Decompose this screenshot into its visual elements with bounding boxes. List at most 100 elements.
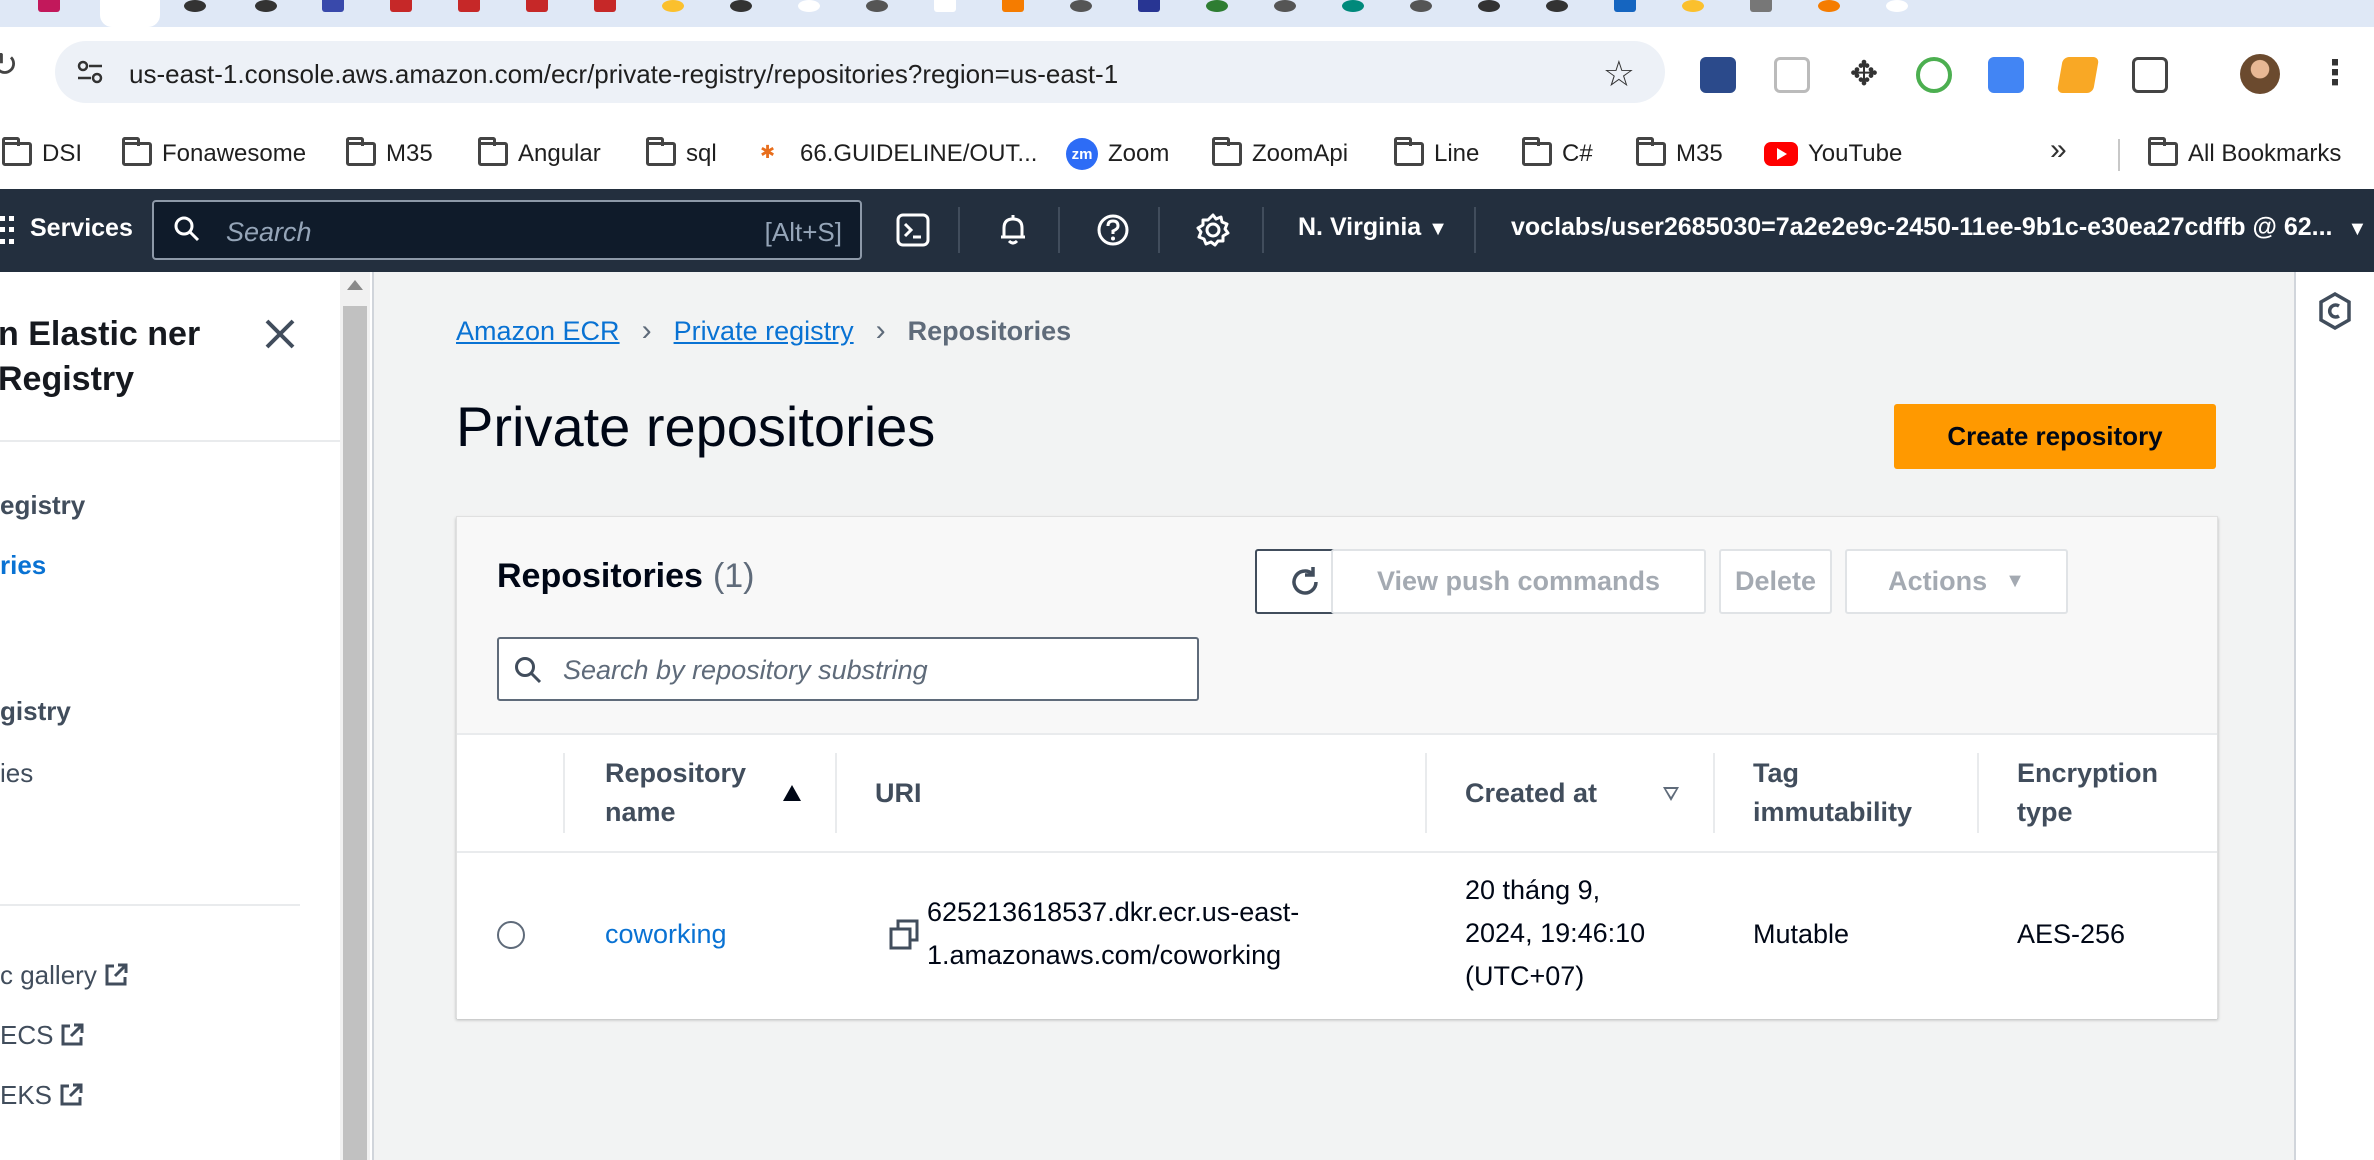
column-header-repository-name[interactable]: Repository name (605, 735, 765, 851)
browser-menu-icon[interactable]: ⋮ (2318, 53, 2352, 93)
tab-favicon[interactable] (38, 0, 60, 12)
tab-favicon[interactable] (1274, 0, 1296, 12)
tab-favicon[interactable] (322, 0, 344, 12)
tab-favicon[interactable] (526, 0, 548, 12)
bookmark-item[interactable]: zm Zoom (1066, 131, 1169, 177)
sort-ascending-icon[interactable] (783, 785, 801, 801)
tab-favicon[interactable] (594, 0, 616, 12)
tab-favicon[interactable] (1546, 0, 1568, 12)
bookmark-star-icon[interactable]: ☆ (1603, 53, 1635, 95)
column-header-encryption-type[interactable]: Encryption type (2017, 735, 2177, 851)
cloudshell-icon[interactable] (890, 207, 936, 253)
tab-favicon[interactable] (1206, 0, 1228, 12)
bookmark-item[interactable]: Fonawesome (122, 131, 306, 177)
tab-favicon[interactable] (1410, 0, 1432, 12)
extension-move-icon[interactable]: ✥ (1846, 57, 1882, 93)
created-at-line: (UTC+07) (1465, 961, 1585, 991)
bookmark-item[interactable]: M35 (346, 131, 433, 177)
nav-item-amazon-ecs[interactable]: ECS (0, 1020, 85, 1051)
tab-favicon[interactable] (458, 0, 480, 12)
tab-favicon[interactable] (390, 0, 412, 12)
table-header-title: Repositories (1) (497, 557, 755, 596)
bookmark-item[interactable]: YouTube (1764, 131, 1902, 177)
scrollbar-thumb[interactable] (343, 306, 367, 1160)
repository-search-input[interactable]: Search by repository substring (497, 637, 1199, 701)
column-header-created-at[interactable]: Created at (1465, 735, 1597, 851)
tab-favicon[interactable] (184, 0, 206, 12)
breadcrumb-amazon-ecr[interactable]: Amazon ECR (456, 316, 620, 347)
repository-name-link[interactable]: coworking (605, 913, 727, 956)
view-push-commands-button[interactable]: View push commands (1331, 549, 1706, 614)
tab-favicon[interactable] (866, 0, 888, 12)
extensions-puzzle-icon[interactable] (2132, 57, 2168, 93)
settings-gear-icon[interactable] (1190, 207, 1236, 253)
tab-favicon[interactable] (255, 0, 277, 12)
profile-avatar[interactable] (2240, 54, 2280, 94)
bookmark-item[interactable]: ZoomApi (1212, 131, 1348, 177)
bookmark-item[interactable]: M35 (1636, 131, 1723, 177)
active-tab[interactable] (100, 0, 160, 27)
extension-calendar-icon[interactable] (1774, 57, 1810, 93)
scroll-up-arrow-icon[interactable] (347, 280, 363, 290)
tab-favicon[interactable] (730, 0, 752, 12)
more-bookmarks-chevron-icon[interactable]: » (2050, 133, 2067, 167)
address-bar[interactable]: us-east-1.console.aws.amazon.com/ecr/pri… (55, 41, 1665, 103)
notifications-bell-icon[interactable] (990, 207, 1036, 253)
tab-favicon[interactable] (1070, 0, 1092, 12)
created-at-value: 20 tháng 9, 2024, 19:46:10 (UTC+07) (1465, 869, 1645, 998)
bookmark-item[interactable]: Line (1394, 131, 1479, 177)
site-settings-icon[interactable] (75, 57, 105, 87)
bookmark-item[interactable]: sql (646, 131, 717, 177)
tab-favicon[interactable] (1478, 0, 1500, 12)
create-repository-button[interactable]: Create repository (1894, 404, 2216, 469)
copy-icon[interactable] (889, 919, 919, 951)
tab-favicon[interactable] (1750, 0, 1772, 12)
url-text[interactable]: us-east-1.console.aws.amazon.com/ecr/pri… (129, 59, 1118, 90)
tab-favicon[interactable] (1002, 0, 1024, 12)
column-header-label: Tag immutability (1753, 758, 1913, 827)
nav-item-repositories[interactable]: ries (0, 550, 46, 581)
tab-favicon[interactable] (1614, 0, 1636, 12)
column-divider (563, 753, 565, 833)
extension-target-icon[interactable] (1916, 57, 1952, 93)
nav-item-public-repositories[interactable]: ies (0, 758, 33, 789)
close-icon[interactable] (262, 316, 298, 352)
tab-favicon[interactable] (934, 0, 956, 12)
bookmark-item[interactable]: C# (1522, 131, 1593, 177)
tab-favicon[interactable] (1886, 0, 1908, 12)
delete-button[interactable]: Delete (1719, 549, 1832, 614)
bookmark-item[interactable]: DSI (2, 131, 82, 177)
account-menu[interactable]: voclabs/user2685030=7a2e2e9c-2450-11ee-9… (1511, 213, 2367, 242)
sort-unsorted-icon[interactable] (1663, 787, 1679, 801)
tab-favicon[interactable] (1342, 0, 1364, 12)
column-header-uri[interactable]: URI (875, 735, 922, 851)
search-icon (515, 657, 542, 684)
extension-marker-icon[interactable] (2056, 57, 2100, 93)
search-placeholder: Search by repository substring (563, 655, 928, 685)
tab-favicon[interactable] (1138, 0, 1160, 12)
all-bookmarks[interactable]: All Bookmarks (2148, 131, 2341, 177)
extension-dict-icon[interactable] (1700, 57, 1736, 93)
aws-search-input[interactable]: Search [Alt+S] (152, 200, 862, 260)
help-icon[interactable] (1090, 207, 1136, 253)
bookmark-item[interactable]: ✱ 66.GUIDELINE/OUT... (760, 131, 1037, 177)
services-grid-icon[interactable] (0, 216, 16, 246)
breadcrumb-private-registry[interactable]: Private registry (674, 316, 854, 347)
side-nav-scrollbar[interactable] (340, 272, 370, 1160)
nav-item-public-gallery[interactable]: c gallery (0, 960, 129, 991)
folder-icon (2148, 137, 2178, 166)
info-panel-icon[interactable] (2318, 292, 2352, 330)
row-select-radio[interactable] (497, 921, 525, 949)
bookmark-item[interactable]: Angular (478, 131, 601, 177)
reload-icon[interactable]: ↻ (0, 45, 19, 85)
actions-button[interactable]: Actions ▼ (1845, 549, 2068, 614)
tab-favicon[interactable] (662, 0, 684, 12)
tab-favicon[interactable] (798, 0, 820, 12)
tab-favicon[interactable] (1818, 0, 1840, 12)
extension-translate-icon[interactable] (1988, 57, 2024, 93)
region-selector[interactable]: N. Virginia ▼ (1298, 213, 1448, 242)
column-header-tag-immutability[interactable]: Tag immutability (1753, 735, 1943, 851)
services-menu[interactable]: Services (30, 214, 133, 243)
nav-item-amazon-eks[interactable]: EKS (0, 1080, 84, 1111)
tab-favicon[interactable] (1682, 0, 1704, 12)
